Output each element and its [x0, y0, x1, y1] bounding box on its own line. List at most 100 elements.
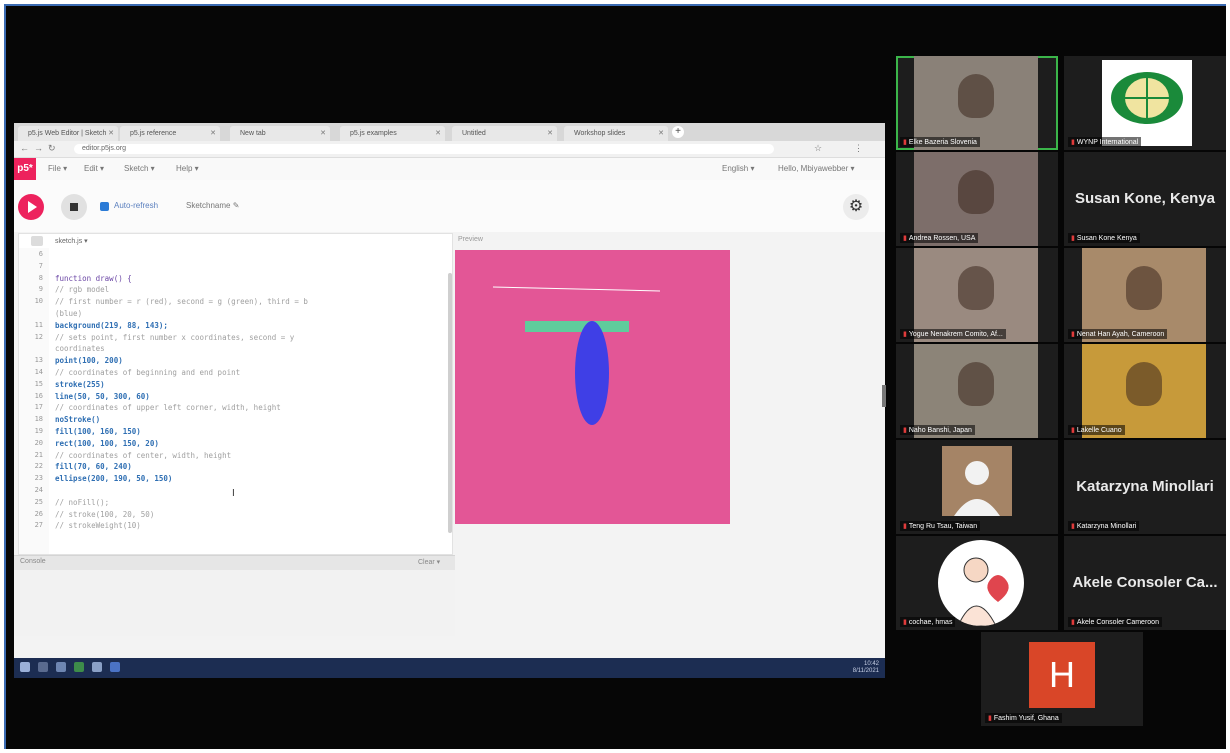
code-line: // coordinates of center, width, height: [55, 450, 232, 460]
line-number: 20: [34, 438, 43, 447]
auto-refresh-checkbox[interactable]: [100, 202, 109, 211]
participant-tile[interactable]: ▮ WYNP International: [1064, 56, 1226, 150]
participant-video: [1082, 248, 1206, 342]
participant-tile[interactable]: H ▮ Fashim Yusif, Ghana: [981, 632, 1143, 726]
participant-name: cochae, hmas: [908, 619, 953, 626]
participant-name-tag: ▮ Yogue Nenakrem Comito, Af...: [900, 329, 1006, 339]
menu-language[interactable]: English ▾: [722, 164, 754, 173]
line-number: 17: [34, 403, 43, 412]
code-line: // first number = r (red), second = g (g…: [55, 297, 308, 307]
settings-gear-icon[interactable]: ⚙: [843, 194, 869, 220]
close-tab-icon[interactable]: ✕: [210, 126, 216, 141]
sketch-line: [492, 286, 661, 292]
line-number: 6: [38, 250, 43, 258]
app-icon[interactable]: [74, 662, 84, 672]
star-icon[interactable]: ☆: [814, 143, 822, 154]
console-header[interactable]: Console Clear ▾: [14, 555, 455, 570]
participant-tile[interactable]: ▮ Teng Ru Tsau, Taiwan: [896, 440, 1058, 534]
browser-menu-icon[interactable]: ⋮: [854, 143, 863, 154]
participant-name: Nenat Han Ayah, Cameroon: [1076, 331, 1165, 338]
participant-name-tag: ▮ Elke Bazeria Slovenia: [900, 137, 980, 147]
task-view-icon[interactable]: [56, 662, 66, 672]
reload-icon[interactable]: ↻: [48, 143, 56, 154]
muted-mic-icon: ▮: [903, 331, 907, 338]
menu-edit[interactable]: Edit ▾: [84, 164, 104, 173]
participant-tile[interactable]: ▮ Lakelle Cuano: [1064, 344, 1226, 438]
p5-logo[interactable]: p5*: [14, 158, 36, 180]
close-tab-icon[interactable]: ✕: [435, 126, 441, 141]
person-silhouette: [958, 266, 994, 310]
participant-tile[interactable]: ▮ cochae, hmas: [896, 536, 1058, 630]
stop-button[interactable]: [61, 194, 87, 220]
forward-icon[interactable]: →: [34, 143, 43, 153]
line-number: 27: [34, 521, 43, 530]
menu-help[interactable]: Help ▾: [176, 164, 199, 173]
participant-tile[interactable]: ▮ Andrea Rossen, USA: [896, 152, 1058, 246]
browser-tab[interactable]: p5.js reference ✕: [120, 126, 220, 141]
menu-file[interactable]: File ▾: [48, 164, 67, 173]
participant-tile[interactable]: Susan Kone, Kenya ▮ Susan Kone Kenya: [1064, 152, 1226, 246]
participant-tile[interactable]: Katarzyna Minollari ▮ Katarzyna Minollari: [1064, 440, 1226, 534]
browser-tab[interactable]: Untitled ✕: [452, 126, 557, 141]
profile-drawing: [938, 540, 1024, 626]
browser-tab[interactable]: Workshop slides ✕: [564, 126, 668, 141]
sketch-ellipse: [575, 321, 609, 425]
p5-menu-bar: p5* File ▾ Edit ▾ Sketch ▾ Help ▾ Englis…: [14, 158, 885, 180]
console-clear-button[interactable]: Clear ▾: [418, 558, 440, 566]
start-icon[interactable]: [20, 662, 30, 672]
file-tab[interactable]: sketch.js ▾: [55, 237, 88, 245]
participant-tile[interactable]: ▮ Nenat Han Ayah, Cameroon: [1064, 248, 1226, 342]
line-number: 12: [34, 332, 43, 341]
line-number: 24: [34, 486, 43, 494]
menu-account[interactable]: Hello, Mbiyawebber ▾: [778, 164, 855, 173]
participant-tile[interactable]: ▮ Yogue Nenakrem Comito, Af...: [896, 248, 1058, 342]
muted-mic-icon: ▮: [988, 715, 992, 722]
console-output: [14, 570, 455, 636]
participant-name: Teng Ru Tsau, Taiwan: [908, 523, 978, 530]
editor-scrollbar[interactable]: [448, 273, 452, 533]
code-line: // coordinates of beginning and end poin…: [55, 368, 241, 377]
meeting-window: p5.js Web Editor | Sketch ✕ p5.js referen…: [4, 4, 1226, 749]
close-tab-icon[interactable]: ✕: [108, 126, 114, 141]
menu-sketch[interactable]: Sketch ▾: [124, 164, 155, 173]
code-line: // noFill();: [55, 497, 110, 507]
line-gutter: 6 7 8 9 10 11 12 13 14 15 16 17 18 19 20 21 22 23 24 25 26 27: [19, 248, 49, 554]
browser-tab[interactable]: p5.js examples ✕: [340, 126, 445, 141]
search-icon[interactable]: [38, 662, 48, 672]
close-tab-icon[interactable]: ✕: [658, 126, 664, 141]
participant-tile[interactable]: ▮ Naho Banshi, Japan: [896, 344, 1058, 438]
play-button[interactable]: [18, 194, 44, 220]
participant-name: Lakelle Cuano: [1076, 427, 1122, 434]
browser-tab[interactable]: p5.js Web Editor | Sketch ✕: [18, 126, 118, 141]
app-icon[interactable]: [92, 662, 102, 672]
person-silhouette: [1126, 266, 1162, 310]
tab-label: New tab: [240, 130, 266, 137]
sidebar-toggle-icon[interactable]: [31, 236, 43, 246]
clock-date: 8/11/2021: [852, 668, 879, 674]
address-input[interactable]: editor.p5js.org: [74, 144, 774, 154]
browser-tab[interactable]: New tab ✕: [230, 126, 330, 141]
participant-name: Fashim Yusif, Ghana: [993, 715, 1059, 722]
back-icon[interactable]: ←: [20, 143, 29, 153]
globe-logo-icon: [1111, 72, 1183, 124]
sketch-name[interactable]: Sketchname ✎: [186, 201, 239, 210]
participant-tile[interactable]: ▮ Elke Bazeria Slovenia: [896, 56, 1058, 150]
participant-display-name: Susan Kone, Kenya: [1074, 190, 1216, 207]
line-number: 16: [34, 391, 43, 400]
close-tab-icon[interactable]: ✕: [320, 126, 326, 141]
line-number: 21: [34, 450, 43, 459]
participant-tile[interactable]: Akele Consoler Ca... ▮ Akele Consoler Came…: [1064, 536, 1226, 630]
close-tab-icon[interactable]: ✕: [547, 126, 553, 141]
muted-mic-icon: ▮: [1071, 235, 1075, 242]
p5-toolbar: Auto-refresh Sketchname ✎ ⚙: [14, 180, 885, 232]
splitter-handle[interactable]: [882, 385, 886, 407]
tab-label: p5.js reference: [130, 130, 177, 137]
participant-name-tag: ▮ Andrea Rossen, USA: [900, 233, 979, 243]
code-editor[interactable]: sketch.js ▾ 6 7 8 9 10 11 12 13 14 15 16 17 18 19 20 21…: [18, 233, 453, 555]
participant-name-tag: ▮ Susan Kone Kenya: [1068, 233, 1140, 243]
participant-display-name: Katarzyna Minollari: [1076, 478, 1214, 495]
new-tab-icon[interactable]: +: [672, 126, 684, 138]
app-icon[interactable]: [110, 662, 120, 672]
default-avatar-icon: [942, 446, 1012, 516]
muted-mic-icon: ▮: [1071, 139, 1075, 146]
